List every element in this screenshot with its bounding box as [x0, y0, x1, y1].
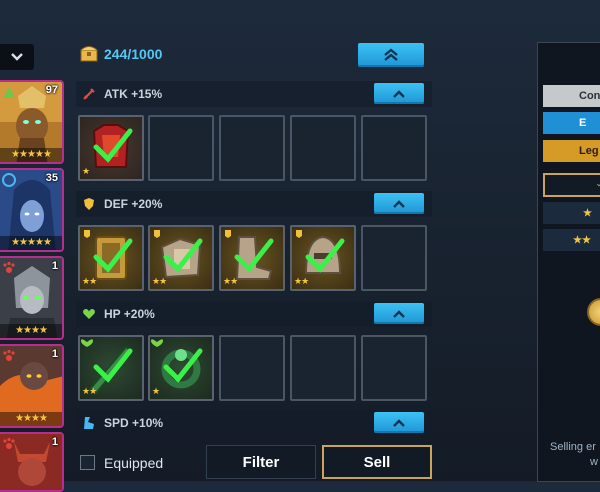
water-faction-icon	[2, 173, 16, 187]
filter-button[interactable]: Filter	[206, 445, 316, 479]
hero-stars: ★★★★★	[0, 148, 62, 162]
select-1-star-button[interactable]: ★	[543, 202, 600, 224]
section-header-def: DEF +20%	[76, 191, 432, 217]
gear-slot-empty[interactable]	[219, 115, 285, 181]
hero-card[interactable]: 1 ★★★★	[0, 344, 64, 428]
section-label: ATK +15%	[104, 87, 163, 101]
equipped-checkbox[interactable]	[80, 455, 95, 470]
section-label: DEF +20%	[104, 197, 163, 211]
equipped-label: Equipped	[104, 455, 164, 471]
item-stars: ★★	[294, 276, 309, 286]
paw-faction-icon	[3, 261, 15, 273]
paw-faction-icon	[3, 437, 15, 449]
sword-icon	[83, 88, 95, 100]
gear-slot-empty[interactable]	[361, 335, 427, 401]
hero-card[interactable]: 1	[0, 432, 64, 492]
sell-note-line: w	[590, 456, 598, 468]
chevron-up-icon	[393, 418, 405, 427]
gear-slot-hp-1[interactable]: ★★	[78, 335, 144, 401]
sell-button[interactable]: Sell	[322, 445, 432, 479]
boot-speed-icon	[84, 417, 94, 429]
gear-slot-empty[interactable]	[148, 115, 214, 181]
hero-level: 1	[51, 436, 58, 448]
gear-slot-def-1[interactable]: ★★	[78, 225, 144, 291]
section-label: SPD +10%	[104, 416, 164, 430]
hero-card[interactable]: 35 ★★★★★	[0, 168, 64, 252]
item-stars: ★	[152, 386, 160, 396]
shield-icon	[84, 198, 94, 210]
gear-slot-def-4[interactable]: ★★	[290, 225, 356, 291]
gear-slot-atk-1[interactable]: ★	[78, 115, 144, 181]
gear-slot-def-2[interactable]: ★★	[148, 225, 214, 291]
item-stars: ★★	[82, 386, 97, 396]
gear-slot-empty[interactable]	[361, 115, 427, 181]
heart-icon	[83, 309, 95, 319]
hero-card[interactable]: 97 ★★★★★	[0, 80, 64, 164]
hero-stars: ★★★★	[0, 324, 62, 338]
select-2-star-button[interactable]: ★★	[543, 229, 600, 251]
collapse-atk-button[interactable]	[374, 83, 424, 104]
hero-list-dropdown[interactable]	[0, 44, 34, 70]
inventory-count: 244/1000	[104, 46, 163, 62]
chevron-up-icon	[393, 199, 405, 208]
section-label: HP +20%	[104, 307, 155, 321]
chevron-up-icon	[393, 89, 405, 98]
chevron-down-icon	[11, 53, 23, 61]
gear-slot-empty[interactable]	[361, 225, 427, 291]
item-stars: ★	[82, 166, 90, 176]
gear-slot-def-3[interactable]: ★★	[219, 225, 285, 291]
select-epic-button[interactable]: E	[543, 112, 600, 134]
collapse-hp-button[interactable]	[374, 303, 424, 324]
hero-level: 97	[45, 84, 58, 96]
section-header-hp: HP +20%	[76, 301, 432, 327]
gear-slot-empty[interactable]	[219, 335, 285, 401]
ring-item-icon	[151, 339, 203, 389]
hero-level: 1	[51, 348, 58, 360]
gear-slot-hp-2[interactable]: ★	[148, 335, 214, 401]
hero-stars: ★★★★★	[0, 236, 62, 250]
select-common-button[interactable]: Con	[543, 85, 600, 107]
item-stars: ★★	[223, 276, 238, 286]
gear-slot-empty[interactable]	[290, 335, 356, 401]
chevron-up-icon	[393, 309, 405, 318]
armor-item-icon	[92, 124, 133, 168]
star-filter-dropdown[interactable]	[543, 173, 600, 197]
collapse-spd-button[interactable]	[374, 412, 424, 433]
item-stars: ★★	[82, 276, 97, 286]
collapse-def-button[interactable]	[374, 193, 424, 214]
forest-faction-icon	[3, 87, 15, 98]
double-chevron-up-icon	[384, 48, 398, 61]
sell-note-line: Selling er	[550, 441, 596, 453]
gear-slot-empty[interactable]	[290, 115, 356, 181]
hero-stars: ★★★★	[0, 412, 62, 426]
sell-note: Selling er w	[550, 440, 600, 470]
hero-card[interactable]: 1 ★★★★	[0, 256, 64, 340]
section-header-spd: SPD +10%	[76, 410, 432, 436]
hero-level: 35	[45, 172, 58, 184]
chest-icon	[80, 46, 98, 62]
sell-options-panel	[537, 42, 600, 482]
paw-faction-icon	[3, 349, 15, 361]
hero-level: 1	[51, 260, 58, 272]
collapse-all-button[interactable]	[358, 43, 424, 67]
section-header-atk: ATK +15%	[76, 81, 432, 107]
item-stars: ★★	[152, 276, 167, 286]
select-legendary-button[interactable]: Leg	[543, 140, 600, 162]
